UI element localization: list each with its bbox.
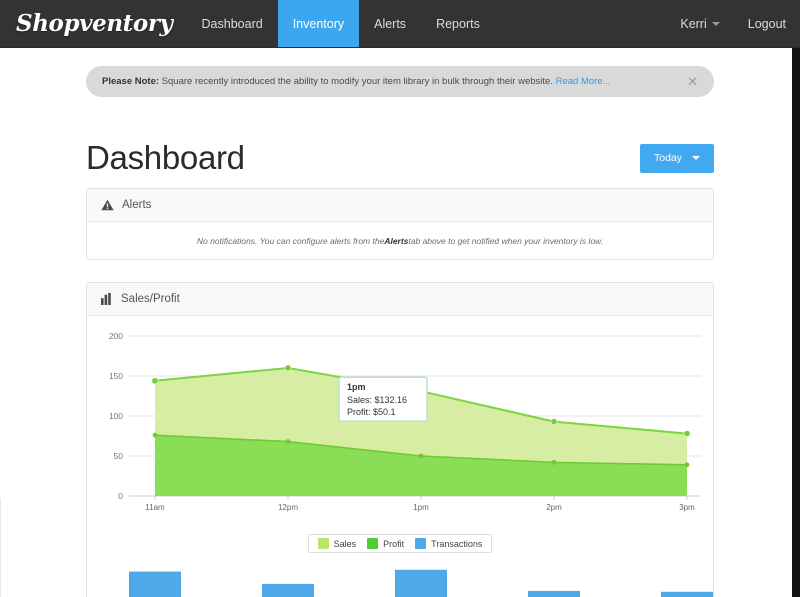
legend-item-sales[interactable]: Sales [318, 538, 357, 549]
alerts-panel-title: Alerts [122, 199, 151, 211]
svg-text:50: 50 [114, 451, 124, 461]
svg-text:1pm: 1pm [347, 382, 366, 392]
bar [262, 584, 314, 597]
alerts-panel-body: No notifications. You can configure aler… [87, 222, 713, 260]
top-navbar: Shopventory Dashboard Inventory Alerts R… [0, 0, 800, 48]
bar [395, 570, 447, 597]
svg-text:11am: 11am [145, 503, 165, 512]
nav-item-inventory[interactable]: Inventory [278, 0, 359, 47]
app-screen: Shopventory Dashboard Inventory Alerts R… [0, 0, 800, 597]
logout-link[interactable]: Logout [734, 0, 800, 47]
window-frame-right [792, 48, 800, 597]
svg-text:3pm: 3pm [679, 503, 695, 512]
notice-banner: Please Note: Square recently introduced … [86, 66, 714, 97]
sales-profit-panel-body: 0 50 100 150 200 11am 12pm 1pm 2pm 3pm 1pm Sales: $… [87, 316, 713, 597]
user-menu-label: Kerri [680, 17, 706, 31]
svg-text:100: 100 [109, 411, 123, 421]
nav-item-alerts[interactable]: Alerts [359, 0, 421, 47]
chart-legend: Sales Profit Transactions [87, 534, 713, 553]
brand-logo[interactable]: Shopventory [0, 0, 187, 47]
warning-triangle-icon [101, 199, 114, 211]
alerts-empty-message-part1: No notifications. You can configure aler… [197, 236, 384, 246]
bar [528, 591, 580, 597]
bar [661, 592, 713, 597]
user-nav: Kerri Logout [666, 0, 800, 47]
alerts-panel: Alerts No notifications. You can configu… [86, 188, 714, 260]
bar-chart-icon [101, 293, 113, 305]
alerts-panel-header: Alerts [87, 189, 713, 222]
transactions-bar-chart[interactable] [87, 559, 713, 597]
svg-text:150: 150 [109, 371, 123, 381]
svg-text:Profit: $50.1: Profit: $50.1 [347, 407, 396, 417]
svg-text:Sales: $132.16: Sales: $132.16 [347, 395, 407, 405]
page-title: Dashboard [86, 139, 245, 177]
chevron-down-icon [692, 156, 700, 160]
svg-text:1pm: 1pm [413, 503, 429, 512]
bar [129, 572, 181, 597]
legend-item-transactions[interactable]: Transactions [415, 538, 482, 549]
close-icon[interactable]: ✕ [677, 75, 698, 88]
legend-label-transactions: Transactions [431, 539, 482, 549]
alerts-empty-message-bold: Alerts [384, 236, 408, 246]
sales-profit-panel-title: Sales/Profit [121, 293, 180, 305]
user-menu[interactable]: Kerri [666, 0, 733, 47]
svg-text:2pm: 2pm [546, 503, 562, 512]
legend-label-profit: Profit [383, 539, 404, 549]
chevron-down-icon [712, 22, 720, 26]
date-range-button[interactable]: Today [640, 144, 714, 173]
legend-swatch-transactions [415, 538, 426, 549]
notice-read-more-link[interactable]: Read More... [556, 76, 611, 87]
chart-tooltip: 1pm Sales: $132.16 Profit: $50.1 [339, 377, 427, 421]
notice-text: Please Note: Square recently introduced … [102, 76, 677, 87]
legend-label-sales: Sales [334, 539, 357, 549]
alerts-empty-message: No notifications. You can configure aler… [87, 222, 713, 260]
svg-text:12pm: 12pm [278, 503, 298, 512]
sales-profit-area-chart[interactable]: 0 50 100 150 200 11am 12pm 1pm 2pm 3pm 1pm Sales: $… [87, 324, 713, 524]
nav-item-dashboard[interactable]: Dashboard [187, 0, 278, 47]
sales-profit-panel: Sales/Profit 0 50 100 150 200 11am 12pm 1pm 2pm 3… [86, 282, 714, 597]
svg-text:0: 0 [118, 491, 123, 501]
legend-item-profit[interactable]: Profit [367, 538, 404, 549]
svg-text:200: 200 [109, 331, 123, 341]
content-divider [0, 498, 1, 597]
charts-container: 0 50 100 150 200 11am 12pm 1pm 2pm 3pm 1pm Sales: $… [87, 316, 713, 597]
legend-swatch-profit [367, 538, 378, 549]
notice-body: Square recently introduced the ability t… [159, 76, 556, 87]
date-range-label: Today [654, 152, 682, 164]
chart-legend-box: Sales Profit Transactions [308, 534, 493, 553]
notice-prefix: Please Note: [102, 76, 159, 87]
nav-item-reports[interactable]: Reports [421, 0, 495, 47]
primary-nav: Dashboard Inventory Alerts Reports [187, 0, 495, 47]
page-header: Dashboard Today [86, 134, 714, 182]
sales-profit-panel-header: Sales/Profit [87, 283, 713, 316]
legend-swatch-sales [318, 538, 329, 549]
alerts-empty-message-part2: tab above to get notified when your inve… [408, 236, 603, 246]
